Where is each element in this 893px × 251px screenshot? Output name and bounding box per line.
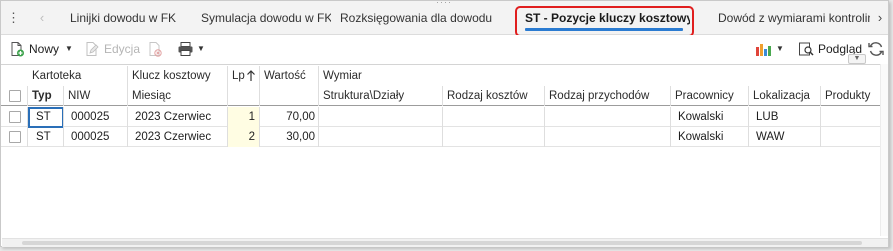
tab-scroll-left-icon[interactable]: ‹	[35, 10, 49, 26]
table-row[interactable]: ST 000025 2023 Czerwiec 1 70,00 Kowalski…	[1, 107, 881, 128]
header-wymiar[interactable]: Wymiar	[319, 66, 439, 86]
column-separator	[670, 86, 671, 106]
column-separator	[820, 86, 821, 106]
edit-button-label: Edycja	[104, 42, 141, 56]
header-wartosc[interactable]: Wartość	[260, 66, 320, 86]
column-separator	[820, 107, 821, 147]
column-separator	[318, 66, 319, 106]
header-rodzaj-przychodow[interactable]: Rodzaj przychodów	[545, 86, 671, 106]
cell-miesiac[interactable]: 2023 Czerwiec	[135, 127, 211, 147]
data-grid: Kartoteka Klucz kosztowy Lp Wartość Wymi…	[1, 64, 888, 236]
toolbar: Nowy ▼ Edycja ▼ ▼ Podgląd	[1, 35, 888, 63]
cell-pracownicy[interactable]: Kowalski	[678, 127, 723, 147]
column-separator	[544, 86, 545, 106]
focused-cell-frame	[28, 107, 64, 128]
grid-header-row-2: Typ NIW Miesiąc Struktura\Działy Rodzaj …	[1, 86, 881, 106]
printer-icon	[178, 42, 193, 56]
cell-lp[interactable]: 2	[228, 127, 259, 147]
cell-pracownicy[interactable]: Kowalski	[678, 107, 723, 127]
grid-header-row-1: Kartoteka Klucz kosztowy Lp Wartość Wymi…	[1, 66, 881, 86]
active-tab-highlight-frame	[515, 6, 694, 37]
window: ···· ⋮ ‹ Linijki dowodu w FK Symulacja d…	[0, 0, 889, 247]
header-miesiac[interactable]: Miesiąc	[128, 86, 228, 106]
tab-symulacja-dowodu[interactable]: Symulacja dowodu w FK	[201, 1, 331, 35]
column-separator	[27, 107, 28, 147]
vertical-scrollbar[interactable]	[880, 64, 888, 236]
tab-scroll-right-icon[interactable]: ›	[873, 10, 887, 26]
header-kartoteka[interactable]: Kartoteka	[28, 66, 126, 86]
cell-lokalizacja[interactable]: LUB	[756, 107, 778, 127]
column-separator	[442, 107, 443, 147]
column-separator	[127, 66, 128, 106]
column-separator	[259, 66, 260, 106]
tab-rozksiegowania[interactable]: Rozksięgowania dla dowodu	[340, 1, 500, 35]
column-separator	[63, 107, 64, 147]
column-separator	[227, 66, 228, 106]
new-document-icon	[11, 42, 24, 57]
header-rodzaj-kosztow[interactable]: Rodzaj kosztów	[443, 86, 545, 106]
cell-lokalizacja[interactable]: WAW	[756, 127, 785, 147]
edit-document-icon	[86, 42, 99, 56]
header-struktura-dzialy[interactable]: Struktura\Działy	[319, 86, 443, 106]
column-separator	[127, 107, 128, 147]
header-niw[interactable]: NIW	[64, 86, 126, 106]
delete-button[interactable]	[147, 38, 163, 60]
chevron-down-icon[interactable]: ▼	[776, 38, 784, 60]
row-checkbox[interactable]	[9, 131, 21, 143]
tab-linijki-dowodu[interactable]: Linijki dowodu w FK	[70, 1, 190, 35]
delete-document-icon	[149, 42, 162, 57]
preview-icon	[799, 42, 814, 56]
column-separator	[63, 86, 64, 106]
print-button[interactable]: ▼	[177, 38, 205, 60]
column-separator	[748, 107, 749, 147]
header-produkty[interactable]: Produkty	[821, 86, 879, 106]
grid-settings-chevron-icon[interactable]: ▼	[848, 54, 866, 64]
cell-wartosc[interactable]: 70,00	[259, 107, 319, 127]
header-klucz-kosztowy[interactable]: Klucz kosztowy	[128, 66, 228, 86]
select-all-checkbox[interactable]	[9, 90, 21, 102]
column-separator	[544, 107, 545, 147]
header-pracownicy[interactable]: Pracownicy	[671, 86, 749, 106]
cell-niw[interactable]: 000025	[71, 107, 109, 127]
column-separator	[227, 107, 228, 147]
table-row[interactable]: ST 000025 2023 Czerwiec 2 30,00 Kowalski…	[1, 127, 881, 147]
bar-chart-icon	[756, 44, 771, 56]
cell-niw[interactable]: 000025	[71, 127, 109, 147]
horizontal-scrollbar-thumb[interactable]	[22, 241, 862, 245]
column-separator	[318, 107, 319, 147]
column-separator	[748, 86, 749, 106]
chevron-down-icon[interactable]: ▼	[197, 38, 205, 60]
column-separator	[670, 107, 671, 147]
column-separator	[259, 107, 260, 147]
tab-dowod-z-wymiarami[interactable]: Dowód z wymiarami kontrolingo	[718, 1, 870, 35]
column-separator	[442, 86, 443, 106]
edit-button[interactable]: Edycja	[84, 38, 140, 60]
tab-bar: ···· ⋮ ‹ Linijki dowodu w FK Symulacja d…	[1, 0, 888, 35]
chart-button[interactable]: ▼	[755, 38, 784, 60]
cell-typ[interactable]: ST	[36, 127, 51, 147]
chevron-down-icon[interactable]: ▼	[65, 38, 73, 60]
header-lp[interactable]: Lp	[228, 66, 248, 86]
new-button[interactable]: Nowy ▼	[9, 38, 73, 60]
column-separator	[27, 86, 28, 106]
header-typ[interactable]: Typ	[28, 86, 64, 106]
cell-wartosc[interactable]: 30,00	[259, 127, 319, 147]
cell-lp[interactable]: 1	[228, 107, 259, 127]
new-button-label: Nowy	[29, 42, 60, 56]
refresh-button[interactable]	[867, 38, 885, 60]
row-checkbox[interactable]	[9, 111, 21, 123]
cell-miesiac[interactable]: 2023 Czerwiec	[135, 107, 211, 127]
tab-menu-icon[interactable]: ⋮	[7, 10, 20, 26]
refresh-icon	[868, 42, 884, 56]
sort-ascending-icon[interactable]	[246, 66, 260, 86]
header-lokalizacja[interactable]: Lokalizacja	[749, 86, 821, 106]
horizontal-scrollbar[interactable]	[2, 238, 888, 247]
